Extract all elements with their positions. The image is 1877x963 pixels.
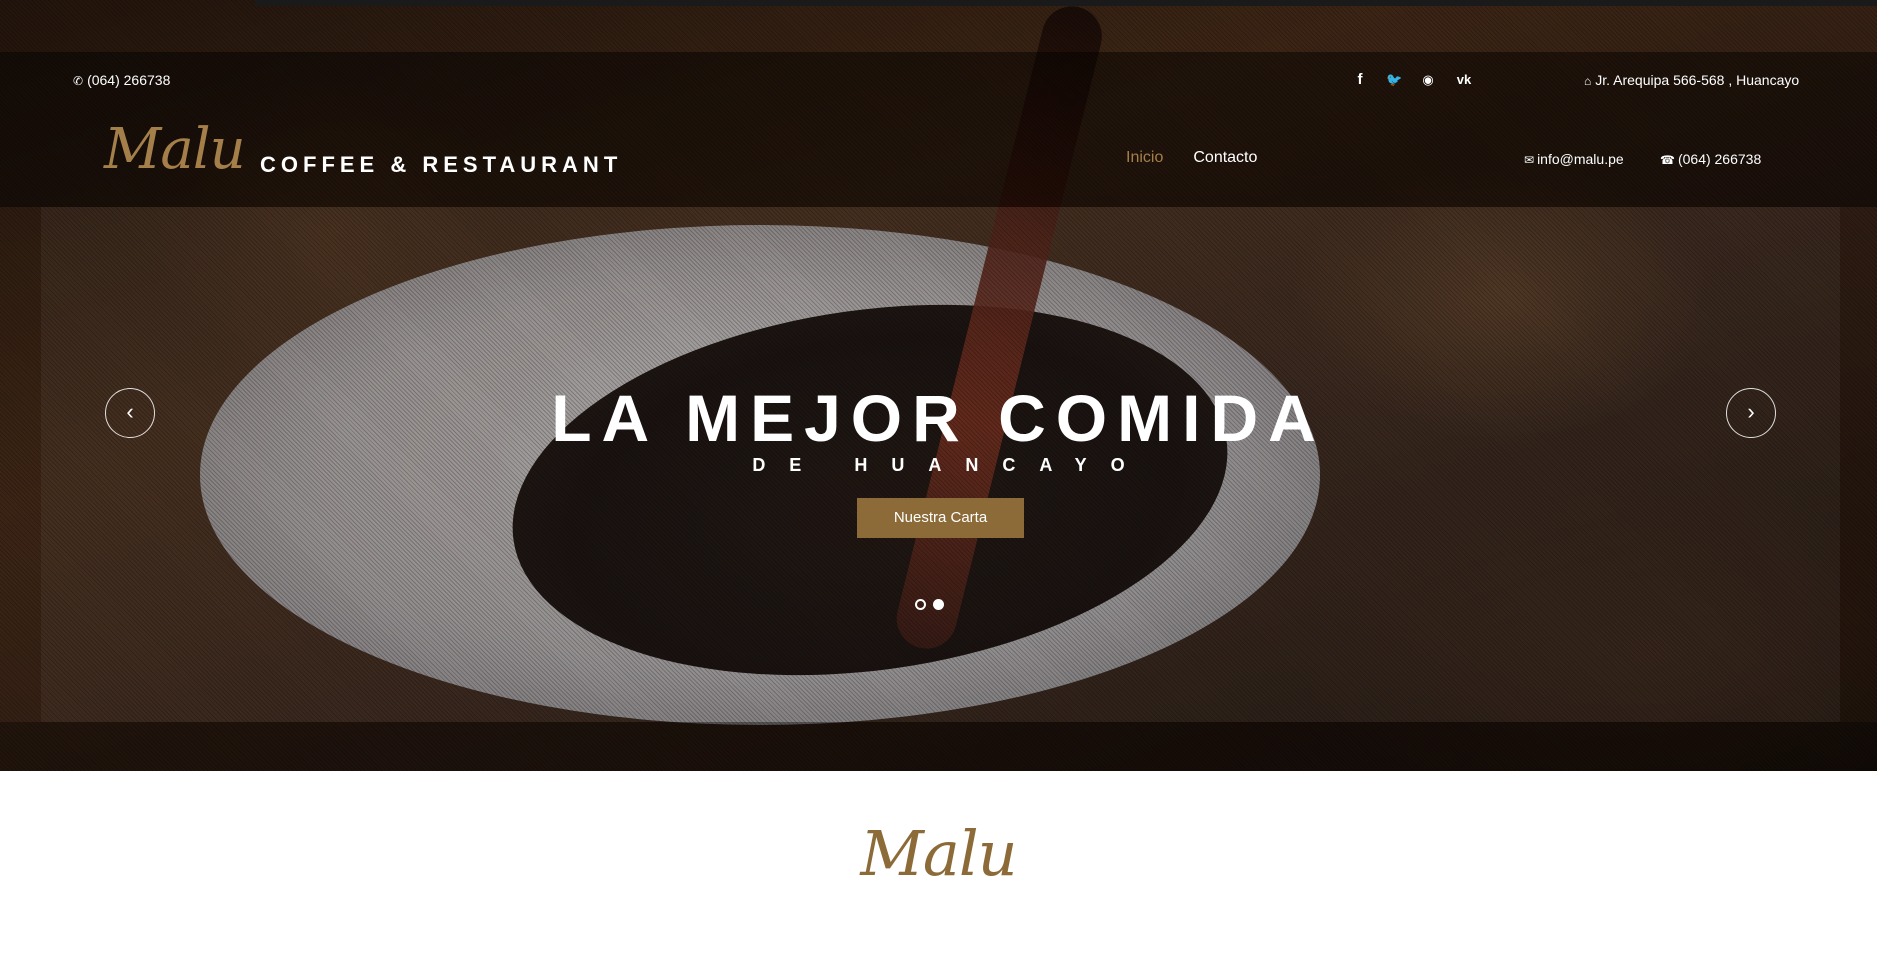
nuestra-carta-button[interactable]: Nuestra Carta bbox=[857, 498, 1024, 538]
main-nav: Inicio Contacto bbox=[1126, 148, 1257, 168]
slider-next-button[interactable]: › bbox=[1726, 388, 1776, 438]
rss-icon[interactable]: ◉ bbox=[1420, 71, 1436, 89]
vk-icon[interactable]: vk bbox=[1454, 71, 1474, 89]
topbar-phone: ✆ (064) 266738 bbox=[73, 71, 170, 90]
header-phone[interactable]: ☎ (064) 266738 bbox=[1660, 150, 1761, 169]
phone-icon: ✆ bbox=[73, 74, 84, 88]
fax-icon: ☎ bbox=[1660, 153, 1675, 167]
nav-item-contacto[interactable]: Contacto bbox=[1193, 148, 1257, 168]
logo-script[interactable]: Malu bbox=[104, 118, 246, 182]
slider-prev-button[interactable]: ‹ bbox=[105, 388, 155, 438]
chevron-right-icon: › bbox=[1747, 399, 1755, 424]
slide-subline: DE HUANCAYO bbox=[752, 455, 1149, 475]
nav-item-inicio[interactable]: Inicio bbox=[1126, 148, 1163, 168]
home-icon: ⌂ bbox=[1584, 74, 1592, 88]
topbar-address: ⌂ Jr. Arequipa 566-568 , Huancayo bbox=[1584, 71, 1799, 90]
slider-pagination bbox=[915, 599, 944, 610]
section-title: Malu bbox=[860, 817, 1017, 890]
header-phone-text: (064) 266738 bbox=[1677, 151, 1762, 167]
header-email-text: info@malu.pe bbox=[1537, 151, 1624, 167]
facebook-icon[interactable]: f bbox=[1352, 71, 1368, 89]
social-links: f 🐦 ◉ vk bbox=[1352, 71, 1474, 89]
slide-dot-2[interactable] bbox=[933, 599, 944, 610]
envelope-icon: ✉ bbox=[1524, 153, 1535, 167]
topbar-phone-text: (064) 266738 bbox=[87, 72, 171, 88]
top-edge-line bbox=[255, 0, 1877, 6]
slide-headline: LA MEJOR COMIDA bbox=[551, 381, 1326, 455]
chevron-left-icon: ‹ bbox=[126, 399, 134, 424]
logo-text[interactable]: COFFEE & RESTAURANT bbox=[260, 152, 622, 178]
topbar-address-text: Jr. Arequipa 566-568 , Huancayo bbox=[1595, 72, 1800, 88]
twitter-icon[interactable]: 🐦 bbox=[1386, 71, 1402, 89]
header-email[interactable]: ✉ info@malu.pe bbox=[1524, 150, 1624, 169]
slide-dot-1[interactable] bbox=[915, 599, 926, 610]
